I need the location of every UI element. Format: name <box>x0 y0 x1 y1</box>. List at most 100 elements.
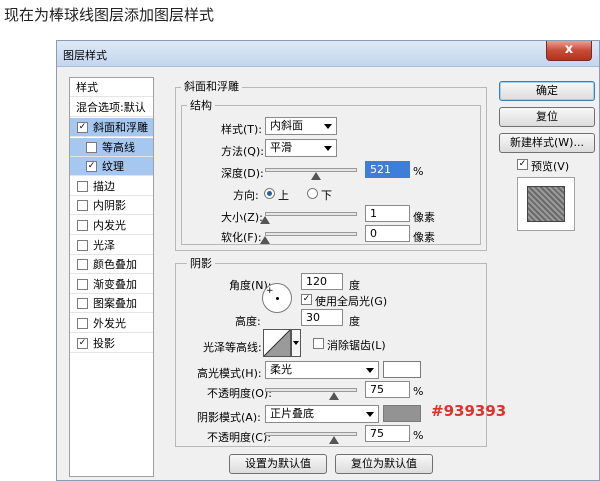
soften-unit: 像素 <box>413 231 435 244</box>
bevel-style-dropdown[interactable]: 内斜面 <box>265 117 337 135</box>
style-item[interactable]: 等高线 <box>70 137 153 157</box>
angle-input[interactable]: 120 <box>301 273 343 290</box>
style-item-checkbox[interactable]: ✓ <box>77 337 88 349</box>
gloss-contour-label: 光泽等高线: <box>203 341 262 354</box>
style-item[interactable]: ✓ 纹理 <box>70 157 153 177</box>
chevron-down-icon <box>293 341 299 345</box>
chevron-down-icon <box>324 124 332 129</box>
style-item[interactable]: ✓ 斜面和浮雕 <box>70 118 153 137</box>
soften-slider-thumb[interactable] <box>260 236 270 244</box>
highlight-opacity-unit: % <box>413 385 424 398</box>
size-slider-thumb[interactable] <box>260 216 270 224</box>
blending-options-item[interactable]: 混合选项:默认 <box>70 98 153 117</box>
style-item[interactable]: 渐变叠加 <box>70 275 153 294</box>
style-item-checkbox[interactable] <box>77 239 88 251</box>
highlight-opacity-thumb[interactable] <box>329 392 339 400</box>
soften-slider-track[interactable] <box>265 232 357 236</box>
shadow-opacity-thumb[interactable] <box>329 436 339 444</box>
antialias-checkbox[interactable] <box>313 338 324 349</box>
style-item-label: 外发光 <box>93 317 126 330</box>
style-item[interactable]: 光泽 <box>70 236 153 255</box>
style-item-checkbox[interactable] <box>77 220 88 231</box>
size-label: 大小(Z): <box>221 211 263 224</box>
make-default-button[interactable]: 设置为默认值 <box>229 454 327 474</box>
depth-slider-thumb[interactable] <box>310 172 321 180</box>
direction-down-label: 下 <box>321 189 332 202</box>
style-item-label: 斜面和浮雕 <box>93 121 148 134</box>
altitude-label: 高度: <box>235 315 261 328</box>
technique-dropdown[interactable]: 平滑 <box>265 139 337 157</box>
style-item-checkbox[interactable] <box>77 278 88 290</box>
global-light-label: 使用全局光(G) <box>315 295 388 308</box>
title-bar[interactable]: 图层样式 x <box>57 41 599 67</box>
shadow-mode-dropdown[interactable]: 正片叠底 <box>265 405 379 423</box>
style-item-label: 描边 <box>93 179 115 193</box>
style-item[interactable]: 图案叠加 <box>70 294 153 314</box>
angle-dial[interactable]: + <box>262 283 292 313</box>
size-slider-track[interactable] <box>265 212 357 216</box>
style-list-header[interactable]: 样式 <box>70 78 153 97</box>
preview-label: 预览(V) <box>531 160 570 173</box>
direction-up-label: 上 <box>278 189 289 202</box>
size-unit: 像素 <box>413 211 435 224</box>
gloss-contour-preview[interactable] <box>263 329 291 357</box>
highlight-opacity-track[interactable] <box>265 388 357 392</box>
highlight-opacity-input[interactable]: 75 <box>365 381 410 398</box>
global-light-checkbox[interactable]: ✓ <box>301 294 312 305</box>
style-item-label: 内发光 <box>93 219 126 232</box>
style-item[interactable]: ✓ 投影 <box>70 334 153 353</box>
structure-title: 结构 <box>187 97 215 113</box>
chevron-down-icon <box>366 368 374 373</box>
shading-title: 阴影 <box>187 255 215 271</box>
style-item-checkbox[interactable] <box>77 200 88 212</box>
preview-thumbnail <box>527 186 565 222</box>
depth-unit: % <box>413 165 424 178</box>
style-item[interactable]: 描边 <box>70 177 153 196</box>
angle-dial-center <box>276 297 279 300</box>
new-style-button[interactable]: 新建样式(W)... <box>499 133 595 153</box>
soften-input[interactable]: 0 <box>365 225 410 242</box>
style-item-checkbox[interactable] <box>77 259 88 271</box>
antialias-label: 消除锯齿(L) <box>327 339 386 352</box>
style-item[interactable]: 颜色叠加 <box>70 255 153 275</box>
reset-default-button[interactable]: 复位为默认值 <box>335 454 433 474</box>
technique-label: 方法(Q): <box>221 145 264 158</box>
shadow-mode-label: 阴影模式(A): <box>197 411 261 424</box>
style-item-checkbox[interactable] <box>77 298 88 310</box>
close-button[interactable]: x <box>546 41 592 61</box>
style-item[interactable]: 内发光 <box>70 216 153 235</box>
style-item-label: 图案叠加 <box>93 297 137 311</box>
color-annotation: #939393 <box>431 402 507 420</box>
style-item-label: 等高线 <box>102 140 135 154</box>
highlight-color-swatch[interactable] <box>383 361 421 378</box>
shadow-opacity-input[interactable]: 75 <box>365 425 410 442</box>
reset-button[interactable]: 复位 <box>499 107 595 127</box>
style-item[interactable]: 内阴影 <box>70 196 153 216</box>
direction-up-radio[interactable] <box>264 188 275 199</box>
depth-input[interactable]: 521 <box>365 161 410 178</box>
style-item-checkbox[interactable] <box>86 141 97 153</box>
shadow-opacity-track[interactable] <box>265 432 357 436</box>
style-item[interactable]: 外发光 <box>70 314 153 333</box>
shadow-color-swatch[interactable] <box>383 405 421 422</box>
style-label: 样式(T): <box>221 123 263 136</box>
style-item-checkbox[interactable]: ✓ <box>77 122 88 133</box>
gloss-contour-dropdown[interactable] <box>291 329 301 357</box>
size-input[interactable]: 1 <box>365 205 410 222</box>
direction-down-radio[interactable] <box>307 188 318 199</box>
contour-curve-icon <box>263 329 291 357</box>
ok-button[interactable]: 确定 <box>499 81 595 101</box>
direction-label: 方向: <box>233 189 259 202</box>
highlight-mode-dropdown[interactable]: 柔光 <box>265 361 379 379</box>
altitude-input[interactable]: 30 <box>301 309 343 326</box>
depth-label: 深度(D): <box>221 167 264 180</box>
preview-checkbox[interactable]: ✓ <box>517 159 528 170</box>
style-item-label: 纹理 <box>102 160 124 174</box>
style-item-checkbox[interactable] <box>77 180 88 192</box>
bevel-emboss-title: 斜面和浮雕 <box>181 78 242 94</box>
style-item-checkbox[interactable] <box>77 318 88 329</box>
chevron-down-icon <box>366 412 374 417</box>
highlight-opacity-label: 不透明度(O): <box>207 387 272 400</box>
style-preview-box <box>517 177 575 231</box>
style-item-checkbox[interactable]: ✓ <box>86 161 97 173</box>
